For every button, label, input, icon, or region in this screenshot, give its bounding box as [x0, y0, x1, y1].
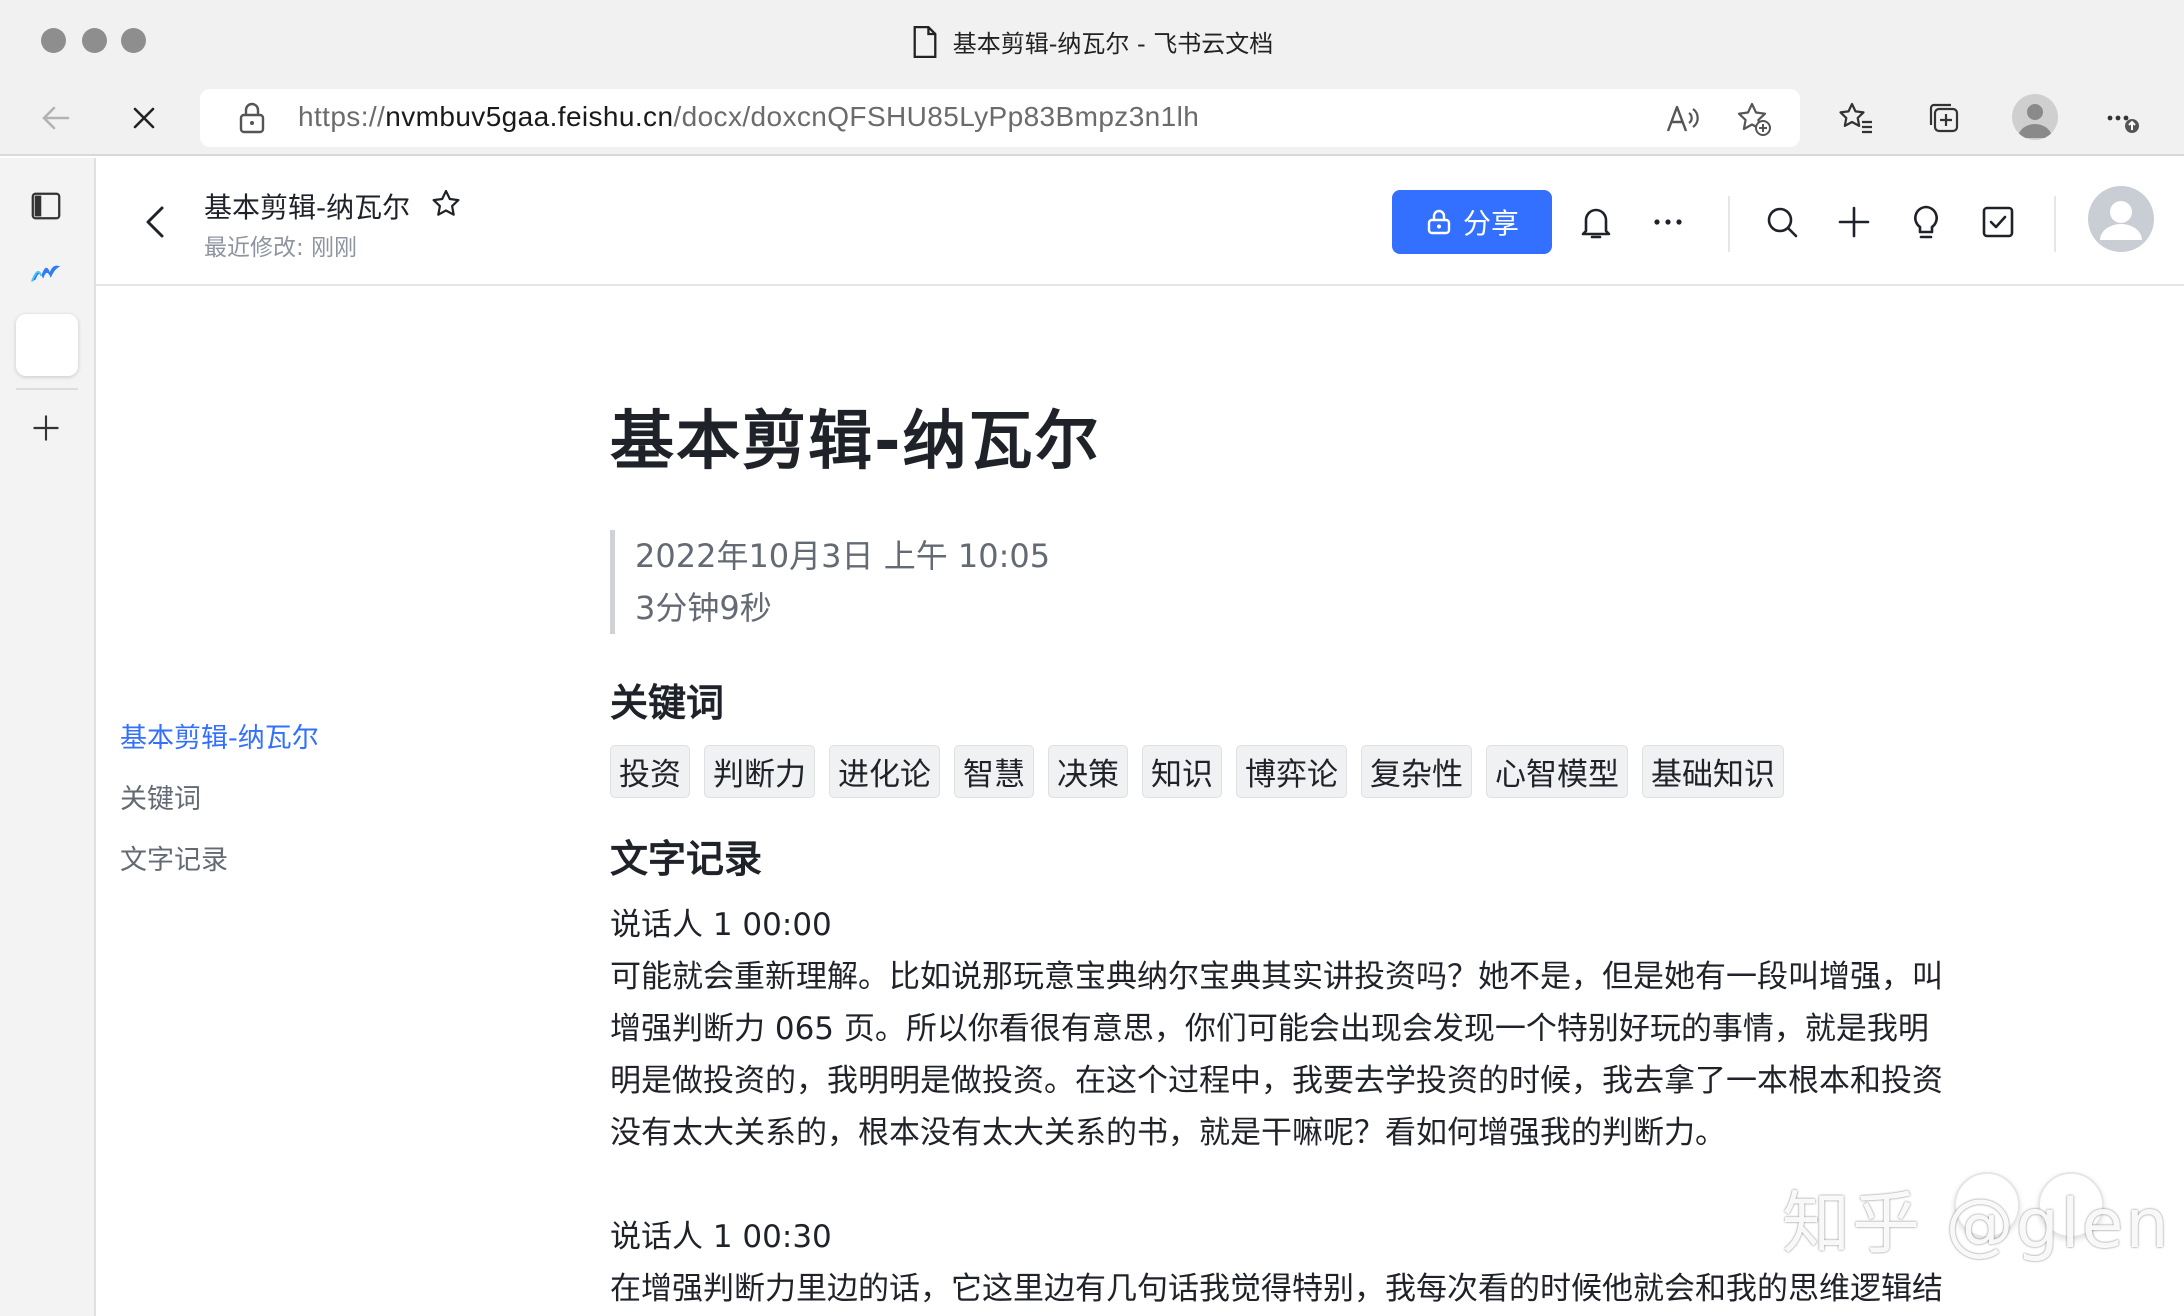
task-checkbox-icon[interactable] [1976, 200, 2020, 244]
tab-title-text: 基本剪辑-纳瓦尔 - 飞书云文档 [952, 30, 1274, 58]
tab-title: 基本剪辑-纳瓦尔 - 飞书云文档 [0, 24, 2184, 59]
share-lock-icon [1427, 209, 1451, 235]
outline-item-transcript[interactable]: 文字记录 [120, 838, 319, 877]
url-prefix: https:// [298, 101, 386, 132]
stop-loading-icon[interactable] [122, 96, 166, 140]
doc-title-small[interactable]: 基本剪辑-纳瓦尔 [204, 186, 410, 226]
lock-icon[interactable] [236, 101, 268, 135]
transcript-line: 在增强判断力里边的话，它这里边有几句话我觉得特别，我每次看的时候他就会和我的思维… [610, 1271, 1943, 1307]
outline-item-title[interactable]: 基本剪辑-纳瓦尔 [120, 716, 319, 755]
more-options-icon[interactable] [2100, 96, 2144, 140]
speaker-timestamp: 说话人 1 00:00 [610, 907, 832, 943]
meta-duration: 3分钟9秒 [635, 589, 772, 627]
keyword-tag[interactable]: 博弈论 [1236, 745, 1347, 798]
keyword-tag[interactable]: 判断力 [704, 745, 815, 798]
keyword-tags: 投资 判断力 进化论 智慧 决策 知识 博弈论 复杂性 心智模型 基础知识 [610, 745, 2010, 798]
lightbulb-icon[interactable] [1904, 200, 1948, 244]
browser-toolbar: https://nvmbuv5gaa.feishu.cn/docx/doxcnQ… [0, 80, 2184, 156]
transcript-heading: 文字记录 [610, 837, 763, 881]
meta-date: 2022年10月3日 上午 10:05 [635, 537, 1051, 575]
new-tab-icon[interactable] [24, 406, 68, 450]
keyword-tag[interactable]: 心智模型 [1486, 745, 1628, 798]
keyword-tag[interactable]: 智慧 [954, 745, 1034, 798]
keyword-tag[interactable]: 决策 [1048, 745, 1128, 798]
active-doc-tab[interactable] [16, 314, 78, 376]
add-icon[interactable] [1832, 200, 1876, 244]
keywords-heading: 关键词 [610, 681, 725, 725]
share-button[interactable]: 分享 [1392, 190, 1552, 254]
back-chevron-icon[interactable] [136, 202, 176, 242]
profile-avatar[interactable] [2012, 94, 2058, 140]
back-arrow-icon[interactable] [34, 96, 78, 140]
keyword-tag[interactable]: 基础知识 [1642, 745, 1784, 798]
outline-item-keywords[interactable]: 关键词 [120, 777, 319, 816]
document-icon [913, 25, 937, 58]
keyword-tag[interactable]: 复杂性 [1361, 745, 1472, 798]
url-text[interactable]: https://nvmbuv5gaa.feishu.cn/docx/doxcnQ… [298, 101, 1199, 133]
star-icon[interactable] [430, 188, 462, 220]
sidebar-toggle-icon[interactable] [24, 184, 68, 228]
share-label: 分享 [1462, 207, 1519, 240]
doc-header: 基本剪辑-纳瓦尔 最近修改: 刚刚 分享 [96, 158, 2184, 286]
favorites-icon[interactable] [1834, 96, 1878, 140]
read-aloud-icon[interactable] [1664, 101, 1700, 137]
header-divider-2 [2054, 196, 2056, 252]
transcript-line: 可能就会重新理解。比如说那玩意宝典纳尔宝典其实讲投资吗？她不是，但是她有一段叫增… [610, 959, 1943, 995]
last-modified: 最近修改: 刚刚 [204, 235, 358, 261]
user-avatar[interactable] [2088, 186, 2154, 252]
notification-bell-icon[interactable] [1574, 200, 1618, 244]
keyword-tag[interactable]: 进化论 [829, 745, 940, 798]
rail-divider [16, 388, 78, 390]
url-host: nvmbuv5gaa.feishu.cn [385, 101, 674, 132]
keyword-tag[interactable]: 知识 [1142, 745, 1222, 798]
doc-title[interactable]: 基本剪辑-纳瓦尔 [610, 390, 2010, 482]
collections-icon[interactable] [1922, 96, 1966, 140]
address-bar[interactable]: https://nvmbuv5gaa.feishu.cn/docx/doxcnQ… [200, 89, 1800, 147]
keyword-tag[interactable]: 投资 [610, 745, 690, 798]
browser-titlebar: 基本剪辑-纳瓦尔 - 飞书云文档 [0, 0, 2184, 80]
search-icon[interactable] [1760, 200, 1804, 244]
feishu-logo-icon[interactable] [24, 252, 68, 296]
meta-quote: 2022年10月3日 上午 10:05 3分钟9秒 [610, 530, 2010, 634]
transcript-line: 增强判断力 065 页。所以你看很有意思，你们可能会出现会发现一个特别好玩的事情… [610, 1011, 1929, 1047]
transcript-line: 没有太大关系的，根本没有太大关系的书，就是干嘛呢？看如何增强我的判断力。 [610, 1115, 1726, 1151]
doc-outline: 基本剪辑-纳瓦尔 关键词 文字记录 [120, 716, 319, 899]
transcript-line: 明是做投资的，我明明是做投资。在这个过程中，我要去学投资的时候，我去拿了一本根本… [610, 1063, 1943, 1099]
url-path: /docx/doxcnQFSHU85LyPp83Bmpz3n1lh [673, 101, 1200, 132]
header-divider [1728, 196, 1730, 252]
add-favorite-icon[interactable] [1736, 101, 1772, 137]
more-actions-icon[interactable] [1646, 200, 1690, 244]
zhihu-watermark: 知乎 @glen [1782, 1185, 2171, 1264]
app-left-rail [0, 158, 96, 1316]
